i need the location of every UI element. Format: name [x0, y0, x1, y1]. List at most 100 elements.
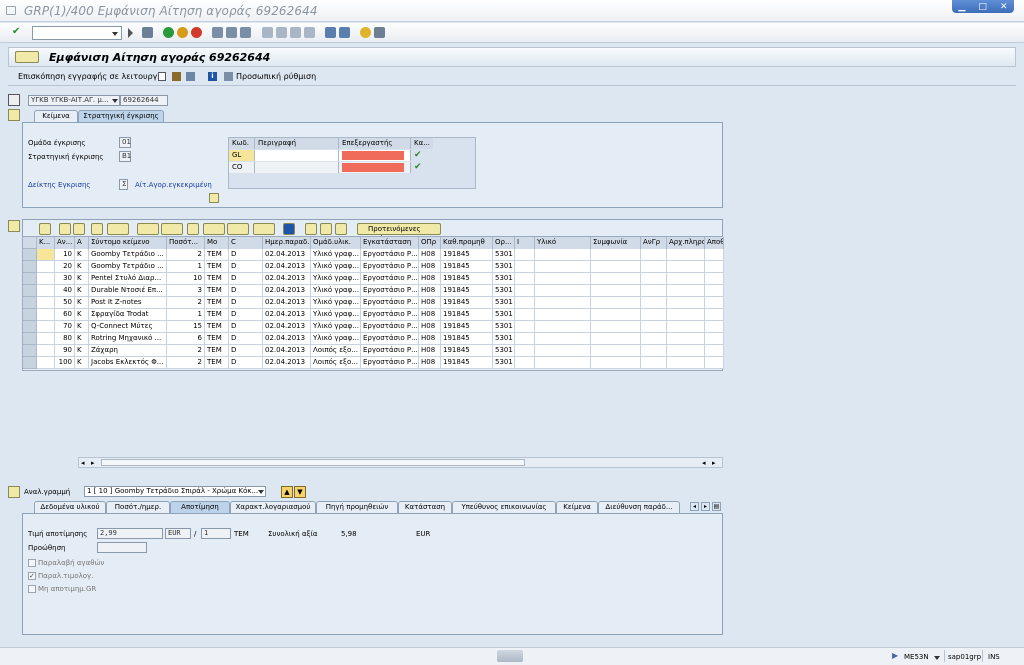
help-icon[interactable]: [360, 27, 371, 38]
document-type-select[interactable]: ΥΓΚΒ ΥΓΚΒ-ΑΙΤ.ΑΓ. μ...: [28, 95, 120, 106]
next-item-icon[interactable]: ▼: [294, 486, 306, 498]
table-cell[interactable]: TEM: [205, 261, 229, 273]
table-cell[interactable]: Εργοστάσιο Ρ...: [361, 285, 419, 297]
subtotals-icon[interactable]: [161, 223, 183, 235]
chevron-down-icon[interactable]: [934, 656, 940, 663]
table-cell[interactable]: [667, 249, 705, 261]
column-header[interactable]: Αρχ.πληροφ: [667, 237, 705, 249]
back-arrow-icon[interactable]: [128, 28, 133, 38]
table-cell[interactable]: 90: [55, 345, 75, 357]
row-selector[interactable]: [23, 309, 37, 321]
print-list-icon[interactable]: [59, 223, 71, 235]
table-cell[interactable]: D: [229, 309, 263, 321]
table-cell[interactable]: [641, 273, 667, 285]
table-cell[interactable]: 02.04.2013: [263, 309, 311, 321]
table-cell[interactable]: Υλικό γραφ...: [311, 309, 361, 321]
table-cell[interactable]: [515, 357, 535, 369]
close-icon[interactable]: ✕: [1000, 2, 1008, 12]
table-cell[interactable]: Υλικό γραφ...: [311, 321, 361, 333]
table-cell[interactable]: [37, 285, 55, 297]
tab-valuation[interactable]: Αποτίμηση: [170, 501, 230, 513]
table-cell[interactable]: 191845: [441, 249, 493, 261]
table-cell[interactable]: 02.04.2013: [263, 345, 311, 357]
table-cell[interactable]: 20: [55, 261, 75, 273]
tab-item-texts[interactable]: Κείμενα: [556, 501, 598, 513]
new-document-icon[interactable]: [158, 72, 166, 81]
table-cell[interactable]: [535, 249, 591, 261]
table-cell[interactable]: 2: [167, 357, 205, 369]
table-cell[interactable]: K: [75, 249, 89, 261]
play-icon[interactable]: ▶: [892, 651, 898, 660]
table-cell[interactable]: [535, 285, 591, 297]
tab-account-assignment[interactable]: Χαρακτ.λογαριασμού: [230, 501, 316, 513]
table-cell[interactable]: 2: [167, 297, 205, 309]
table-cell[interactable]: H08: [419, 333, 441, 345]
table-cell[interactable]: [515, 261, 535, 273]
table-cell[interactable]: [705, 309, 724, 321]
table-cell[interactable]: [37, 345, 55, 357]
table-cell[interactable]: H08: [419, 309, 441, 321]
row-selector[interactable]: [23, 345, 37, 357]
column-header[interactable]: Καθ.προμηθ: [441, 237, 493, 249]
column-header[interactable]: C: [229, 237, 263, 249]
table-cell[interactable]: [37, 249, 55, 261]
table-cell[interactable]: [515, 297, 535, 309]
table-cell[interactable]: [515, 249, 535, 261]
table-cell[interactable]: [515, 345, 535, 357]
table-cell[interactable]: [535, 273, 591, 285]
column-header[interactable]: Σύντομο κείμενο: [89, 237, 167, 249]
table-cell[interactable]: 40: [55, 285, 75, 297]
table-cell[interactable]: 5301: [493, 321, 515, 333]
totals-icon[interactable]: [137, 223, 159, 235]
table-cell[interactable]: [705, 261, 724, 273]
table-cell[interactable]: [667, 309, 705, 321]
invoice-receipt-checkbox[interactable]: ✓: [28, 572, 36, 580]
personal-settings-button[interactable]: Προσωπική ρύθμιση: [236, 72, 316, 81]
info-icon[interactable]: i: [208, 72, 217, 81]
table-cell[interactable]: Goomby Τετράδιο ...: [89, 261, 167, 273]
table-cell[interactable]: 191845: [441, 345, 493, 357]
scroll-thumb[interactable]: [101, 459, 525, 466]
back-icon[interactable]: [163, 27, 174, 38]
row-selector[interactable]: [23, 273, 37, 285]
table-cell[interactable]: K: [75, 297, 89, 309]
table-cell[interactable]: [591, 285, 641, 297]
table-cell[interactable]: 5301: [493, 249, 515, 261]
previous-item-icon[interactable]: ▲: [281, 486, 293, 498]
release-strategy-field[interactable]: B1: [119, 151, 131, 162]
shortcut-icon[interactable]: [339, 27, 350, 38]
table-cell[interactable]: D: [229, 321, 263, 333]
scroll-left-icon[interactable]: ◂: [81, 459, 89, 467]
table-cell[interactable]: Goomby Τετράδιο ...: [89, 249, 167, 261]
first-page-icon[interactable]: [262, 27, 273, 38]
table-cell[interactable]: [515, 285, 535, 297]
table-cell[interactable]: [535, 333, 591, 345]
table-cell[interactable]: TEM: [205, 333, 229, 345]
table-cell[interactable]: 60: [55, 309, 75, 321]
table-cell[interactable]: 2: [167, 345, 205, 357]
table-cell[interactable]: [705, 285, 724, 297]
table-cell[interactable]: [705, 345, 724, 357]
find-next-icon[interactable]: [240, 27, 251, 38]
view-icon[interactable]: [187, 223, 199, 235]
table-cell[interactable]: TEM: [205, 357, 229, 369]
new-session-icon[interactable]: [325, 27, 336, 38]
next-page-icon[interactable]: [290, 27, 301, 38]
table-cell[interactable]: [705, 273, 724, 285]
row-selector[interactable]: [23, 249, 37, 261]
table-cell[interactable]: D: [229, 261, 263, 273]
table-cell[interactable]: TEM: [205, 345, 229, 357]
table-cell[interactable]: [667, 357, 705, 369]
table-cell[interactable]: [705, 321, 724, 333]
tab-delivery-address[interactable]: Διεύθυνση παράδ...: [598, 501, 680, 513]
row-selector[interactable]: [23, 333, 37, 345]
column-header[interactable]: Εγκατάσταση: [361, 237, 419, 249]
table-cell[interactable]: 191845: [441, 309, 493, 321]
table-cell[interactable]: Εργοστάσιο Ρ...: [361, 345, 419, 357]
column-header[interactable]: Ι: [515, 237, 535, 249]
table-cell[interactable]: D: [229, 333, 263, 345]
minimize-icon[interactable]: ▁: [959, 2, 966, 12]
document-number-field[interactable]: 69262644: [120, 95, 168, 106]
non-valuated-gr-checkbox[interactable]: [28, 585, 36, 593]
export-icon[interactable]: [203, 223, 225, 235]
